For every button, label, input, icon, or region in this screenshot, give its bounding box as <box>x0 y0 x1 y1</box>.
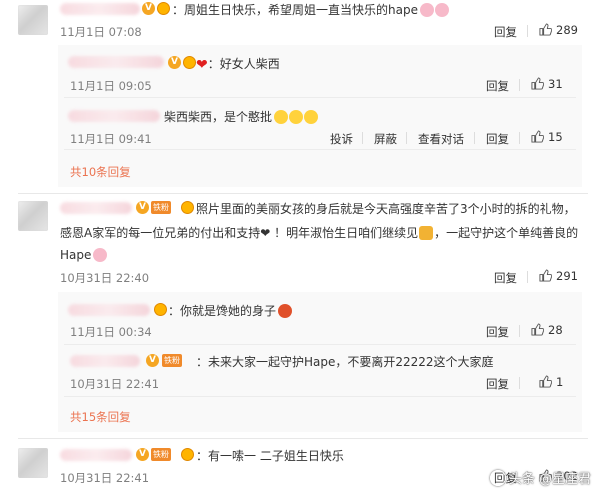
trumpet-emoji-icon <box>419 226 434 240</box>
divider <box>474 132 475 144</box>
like-button[interactable]: 291 <box>539 269 578 283</box>
verified-badge-icon: V <box>136 447 149 461</box>
fan-badge: 铁粉 <box>162 354 182 367</box>
divider <box>519 377 520 389</box>
comment-text: 照片里面的美丽女孩的身后就是今天高强度辛苦了3个小时的拆的礼物， <box>196 202 576 216</box>
divider <box>519 325 520 337</box>
avatar[interactable] <box>18 448 48 478</box>
reply-button[interactable]: 回复 <box>486 324 509 340</box>
heart-icon: ❤ <box>196 57 208 73</box>
verified-badge-icon: V <box>146 353 159 367</box>
view-conversation-button[interactable]: 查看对话 <box>418 131 464 147</box>
like-button[interactable]: 1 <box>539 375 563 389</box>
divider <box>527 271 528 283</box>
verified-badge-icon: V <box>142 1 155 15</box>
username-blurred[interactable] <box>68 56 164 68</box>
medal-icon <box>181 447 194 461</box>
like-button[interactable]: 289 <box>539 23 578 37</box>
like-button[interactable]: 31 <box>531 77 563 91</box>
reply-time: 10月31日 22:41 <box>70 377 160 391</box>
verified-badge-icon: V <box>168 55 181 69</box>
more-replies-link[interactable]: 共15条回复 <box>70 409 131 425</box>
like-count: 1 <box>556 375 564 389</box>
like-count: 291 <box>556 269 578 283</box>
reply-text: ❤：好女人柴西 <box>196 57 280 73</box>
reply-button[interactable]: 回复 <box>494 270 517 286</box>
thumbs-up-icon <box>531 130 545 143</box>
divider <box>362 132 363 144</box>
avatar[interactable] <box>18 201 48 231</box>
like-count: 28 <box>548 323 563 337</box>
username-blurred[interactable] <box>68 110 160 122</box>
like-count: 15 <box>548 130 563 144</box>
medal-icon <box>154 302 167 316</box>
reply-button[interactable]: 回复 <box>486 376 509 392</box>
reply-text: ：你就是馋她的身子 <box>168 302 293 319</box>
divider <box>18 193 588 194</box>
thumbs-up-icon <box>539 23 553 36</box>
reply-time: 11月1日 09:05 <box>70 79 152 93</box>
username-blurred[interactable] <box>68 304 150 316</box>
face-emoji-icon <box>278 304 293 318</box>
verified-badge-icon: V <box>136 200 149 214</box>
reply-button[interactable]: 回复 <box>486 131 509 147</box>
pig-emoji-icon <box>434 3 449 17</box>
divider <box>406 132 407 144</box>
report-button[interactable]: 投诉 <box>330 131 353 147</box>
comment-time: 11月1日 07:08 <box>60 25 142 39</box>
like-count: 31 <box>548 77 563 91</box>
fan-badge: 铁粉 <box>151 448 171 461</box>
medal-icon <box>181 200 194 214</box>
comment-time: 10月31日 22:41 <box>60 471 150 485</box>
reply-button[interactable]: 回复 <box>486 78 509 94</box>
divider <box>18 438 588 439</box>
more-replies-link[interactable]: 共10条回复 <box>70 164 131 180</box>
sweat-emoji-icon <box>274 110 289 124</box>
username-blurred[interactable] <box>60 202 132 214</box>
reply-text: 柴西柴西，是个憨批 <box>164 108 319 125</box>
reply-text: ：未来大家一起守护Hape，不要离开22222这个大家庭 <box>196 355 494 369</box>
comment-time: 10月31日 22:40 <box>60 271 150 285</box>
comment-text: ：周姐生日快乐，希望周姐一直当快乐的hape <box>172 1 449 18</box>
sweat-emoji-icon <box>304 110 319 124</box>
thumbs-up-icon <box>531 323 545 336</box>
reply-time: 11月1日 09:41 <box>70 132 152 146</box>
thumbs-up-icon <box>539 269 553 282</box>
pig-emoji-icon <box>419 3 434 17</box>
block-button[interactable]: 屏蔽 <box>374 131 397 147</box>
fan-badge: 铁粉 <box>151 201 171 214</box>
medal-icon <box>157 1 170 15</box>
reply-time: 11月1日 00:34 <box>70 325 152 339</box>
pig-emoji-icon <box>93 248 108 262</box>
username-blurred[interactable] <box>60 3 140 15</box>
reply-button[interactable]: 回复 <box>494 24 517 40</box>
divider <box>64 149 576 150</box>
divider <box>527 25 528 37</box>
divider <box>64 344 576 345</box>
like-button[interactable]: 28 <box>531 323 563 337</box>
divider <box>64 396 576 397</box>
username-blurred[interactable] <box>70 355 140 367</box>
divider <box>64 97 576 98</box>
like-count: 289 <box>556 23 578 37</box>
like-button[interactable]: 15 <box>531 130 563 144</box>
divider <box>519 79 520 91</box>
comment-text: ：有一嗦一 二子姐生日快乐 <box>196 449 344 463</box>
thumbs-up-icon <box>539 375 553 388</box>
username-blurred[interactable] <box>60 449 132 461</box>
comment-text-line2: 感恩A家军的每一位兄弟的付出和支持❤ ！明年淑怡生日咱们继续见 ，一起守护这个单纯… <box>60 226 579 240</box>
sweat-emoji-icon <box>289 110 304 124</box>
watermark: 头条 @星座君 <box>489 468 591 487</box>
medal-icon <box>183 55 196 69</box>
divider <box>519 132 520 144</box>
avatar[interactable] <box>18 5 48 35</box>
thumbs-up-icon <box>531 77 545 90</box>
watermark-logo-icon <box>489 470 506 486</box>
comment-text-line3: Hape <box>60 248 108 262</box>
